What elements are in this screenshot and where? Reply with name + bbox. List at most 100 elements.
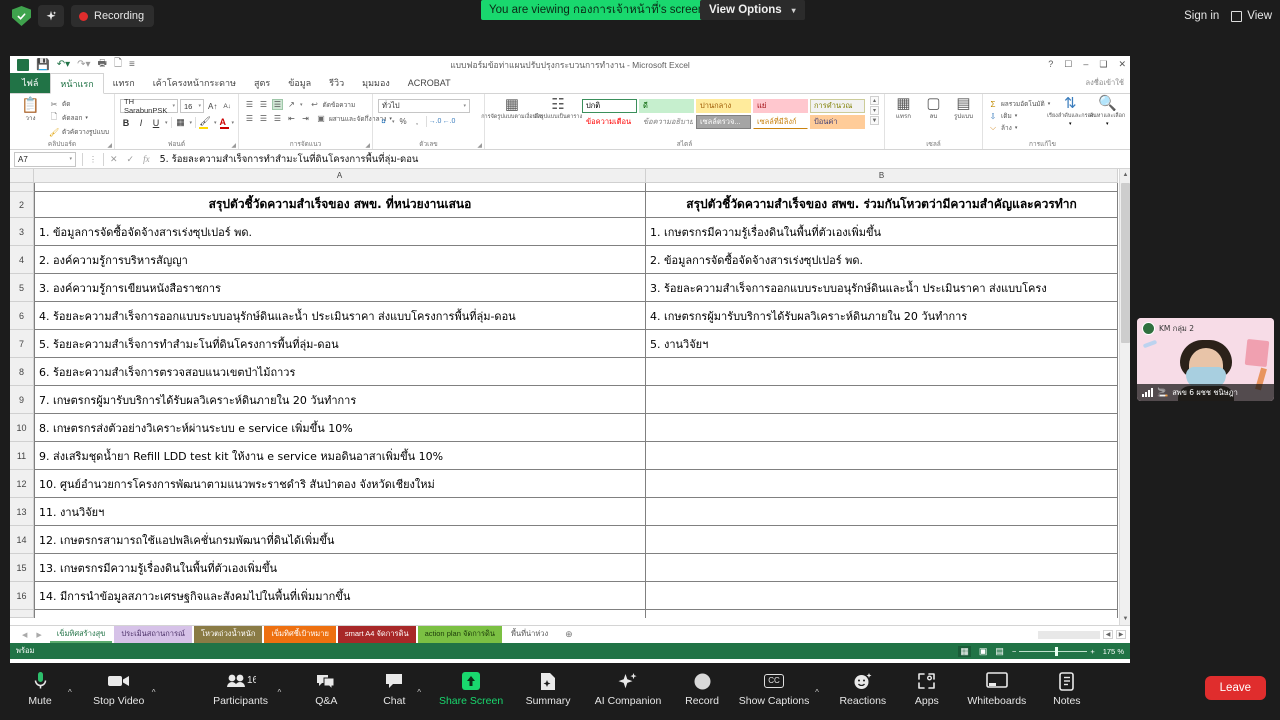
cell-b8[interactable] xyxy=(646,358,1118,386)
page-break-icon[interactable]: ▤ xyxy=(995,646,1004,657)
cell-style-neutral[interactable]: ปานกลาง xyxy=(696,99,751,113)
recording-indicator[interactable]: Recording xyxy=(71,5,155,27)
row-header[interactable]: 10 xyxy=(10,414,34,442)
gallery-more-icon[interactable]: ▼ xyxy=(870,116,879,125)
number-dialog-launcher[interactable]: ◢ xyxy=(477,142,482,149)
cell-a7[interactable]: 5. ร้อยละความสำเร็จการทำสำมะโนที่ดินโครง… xyxy=(34,330,646,358)
sheet-nav-arrows[interactable]: ◀ ▶ xyxy=(14,631,50,639)
scroll-down-icon[interactable]: ▼ xyxy=(1121,614,1130,624)
reactions-button[interactable]: Reactions xyxy=(827,670,899,707)
zoom-level-label[interactable]: 175 % xyxy=(1103,647,1124,656)
format-cells-button[interactable]: ▤ รูปแบบ xyxy=(950,96,977,121)
table-row[interactable]: 10 8. เกษตรกรส่งตัวอย่างวิเคราะห์ผ่านระบ… xyxy=(10,414,1130,442)
ribbon-tab-view[interactable]: มุมมอง xyxy=(353,73,399,93)
clipboard-dialog-launcher[interactable]: ◢ xyxy=(107,142,112,149)
cell-style-calculation[interactable]: การคำนวณ xyxy=(810,99,865,113)
hscroll-right-icon[interactable]: ▶ xyxy=(1116,630,1126,639)
table-row[interactable]: 12 10. ศูนย์อำนวยการโครงการพัฒนาตามแนวพร… xyxy=(10,470,1130,498)
cell-b5[interactable]: 3. ร้อยละความสำเร็จการออกแบบระบบอนุรักษ์… xyxy=(646,274,1118,302)
delete-cells-button[interactable]: ▢ ลบ xyxy=(920,96,947,121)
align-center-icon[interactable]: ☰ xyxy=(258,113,269,124)
chat-button[interactable]: Chat xyxy=(371,670,417,707)
redo-icon[interactable]: ↷▾ xyxy=(77,59,90,70)
cell-b14[interactable] xyxy=(646,526,1118,554)
ribbon-display-icon[interactable]: ☐ xyxy=(1064,59,1072,70)
autosum-button[interactable]: Σ ผลรวมอัตโนมัติ ▾ xyxy=(988,99,1051,109)
cell-style-input[interactable]: ป้อนค่า xyxy=(810,115,865,129)
conditional-formatting-button[interactable]: ▦ การจัดรูปแบบตามเงื่อนไข xyxy=(481,97,543,121)
percent-style-button[interactable]: % xyxy=(398,116,409,127)
row-header[interactable]: 5 xyxy=(10,274,34,302)
participants-options-chevron-icon[interactable]: ^ xyxy=(278,688,282,697)
cell-a2[interactable]: สรุปตัวชี้วัดความสำเร็จของ สพข. ที่หน่วย… xyxy=(34,192,646,218)
cell-a11[interactable]: 9. ส่งเสริมชุดน้ำยา Refill LDD test kit … xyxy=(34,442,646,470)
horizontal-scrollbar[interactable]: ◀ ▶ xyxy=(1038,630,1130,639)
vertical-scrollbar[interactable]: ▲ ▼ xyxy=(1119,169,1130,625)
whiteboards-button[interactable]: Whiteboards xyxy=(955,670,1039,707)
increase-indent-icon[interactable]: ⇥ xyxy=(300,113,311,124)
decrease-decimal-icon[interactable]: ←.0 xyxy=(443,116,456,127)
zoom-out-button[interactable]: − xyxy=(1012,647,1016,656)
sheet-tab-0[interactable]: เข็มทิศสร้างสุข xyxy=(49,626,113,643)
share-screen-button[interactable]: Share Screen xyxy=(433,670,509,707)
clear-button[interactable]: ⌵ ล้าง ▾ xyxy=(988,123,1050,133)
captions-options-chevron-icon[interactable]: ^ xyxy=(815,688,819,697)
font-size-input[interactable]: 16 ▾ xyxy=(180,99,204,113)
restore-icon[interactable]: ❑ xyxy=(1099,59,1107,70)
ribbon-tab-file[interactable]: ไฟล์ xyxy=(10,73,51,93)
cell-a16[interactable]: 14. มีการนำข้อมูลสภาวะเศรษฐกิจและสังคมไป… xyxy=(34,582,646,610)
video-options-chevron-icon[interactable]: ^ xyxy=(152,688,156,697)
font-color-icon[interactable]: A xyxy=(219,117,229,129)
formula-input[interactable]: 5. ร้อยละความสำเร็จการทำสำมะโนที่ดินโครง… xyxy=(160,152,1120,167)
cell-b12[interactable] xyxy=(646,470,1118,498)
ribbon-tab-home[interactable]: หน้าแรก xyxy=(50,73,104,94)
insert-cells-button[interactable]: ▦ แทรก xyxy=(890,96,917,121)
row-header[interactable]: 12 xyxy=(10,470,34,498)
column-header-a[interactable]: A xyxy=(34,169,646,183)
ai-companion-button[interactable]: AI Companion xyxy=(585,670,671,707)
table-row[interactable]: 14 12. เกษตรกรสามารถใช้แอปพลิเคชั่นกรมพั… xyxy=(10,526,1130,554)
cell-a15[interactable]: 13. เกษตรกรมีความรู้เรื่องดินในพื้นที่ตั… xyxy=(34,554,646,582)
select-all-corner[interactable] xyxy=(10,169,34,183)
currency-icon[interactable]: ¤ xyxy=(378,116,389,127)
minimize-icon[interactable]: – xyxy=(1083,59,1088,70)
gallery-scroll-up-icon[interactable]: ▴ xyxy=(870,96,879,105)
table-row[interactable]: 9 7. เกษตรกรผู้มารับบริการได้รับผลวิเครา… xyxy=(10,386,1130,414)
ribbon-tab-insert[interactable]: แทรก xyxy=(104,73,144,93)
cell-style-bad[interactable]: แย่ xyxy=(753,99,808,113)
zoom-in-button[interactable]: + xyxy=(1090,647,1094,656)
hscroll-track[interactable] xyxy=(1038,630,1100,639)
cell-style-good[interactable]: ดี xyxy=(639,99,694,113)
paste-button[interactable]: 📋 วาง xyxy=(15,98,46,123)
help-icon[interactable]: ? xyxy=(1048,59,1053,70)
decrease-indent-icon[interactable]: ⇤ xyxy=(286,113,297,124)
cell-b2[interactable]: สรุปตัวชี้วัดความสำเร็จของ สพข. ร่วมกันโ… xyxy=(646,192,1118,218)
cell-b9[interactable] xyxy=(646,386,1118,414)
fx-icon[interactable]: fx xyxy=(143,154,150,164)
cell-style-linked-cell[interactable]: เซลล์ที่มีลิงก์ xyxy=(753,115,808,129)
ribbon-tab-review[interactable]: รีวิว xyxy=(320,73,353,93)
table-row[interactable]: 6 4. ร้อยละความสำเร็จการออกแบบระบบอนุรัก… xyxy=(10,302,1130,330)
stop-video-button[interactable]: Stop Video xyxy=(86,670,152,707)
open-icon[interactable]: 🗋 xyxy=(114,56,122,73)
sort-filter-button[interactable]: ⇅ เรียงลำดับและกรอง ▾ xyxy=(1047,96,1093,128)
cell-a8[interactable]: 6. ร้อยละความสำเร็จการตรวจสอบแนวเขตป่าไม… xyxy=(34,358,646,386)
participants-button[interactable]: 16 Participants xyxy=(204,670,278,707)
cell-b6[interactable]: 4. เกษตรกรผู้มารับบริการได้รับผลวิเคราะห… xyxy=(646,302,1118,330)
sheet-prev-icon[interactable]: ◀ xyxy=(22,631,27,639)
shield-check-icon[interactable] xyxy=(12,6,31,26)
fill-button[interactable]: ⇩ เติม ▾ xyxy=(988,111,1050,121)
zoom-slider[interactable]: − + xyxy=(1012,646,1095,656)
underline-button[interactable]: U xyxy=(150,118,162,128)
cell-a9[interactable]: 7. เกษตรกรผู้มารับบริการได้รับผลวิเคราะห… xyxy=(34,386,646,414)
undo-icon[interactable]: ↶▾ xyxy=(57,59,70,70)
gallery-scroll-down-icon[interactable]: ▾ xyxy=(870,106,879,115)
confirm-icon[interactable]: ✓ xyxy=(127,154,135,165)
comma-style-button[interactable]: , xyxy=(412,116,423,127)
sheet-tab-5[interactable]: action plan จัดการดิน xyxy=(417,626,502,643)
cell-a4[interactable]: 2. องค์ความรู้การบริหารสัญญา xyxy=(34,246,646,274)
sheet-tab-3[interactable]: เข็มทิศชี้เป้าหมาย xyxy=(264,626,336,643)
row-header[interactable]: 16 xyxy=(10,582,34,610)
table-row[interactable]: 15 13. เกษตรกรมีความรู้เรื่องดินในพื้นที… xyxy=(10,554,1130,582)
format-painter-button[interactable]: 🖌 ตัวคัดวางรูปแบบ xyxy=(49,127,109,137)
